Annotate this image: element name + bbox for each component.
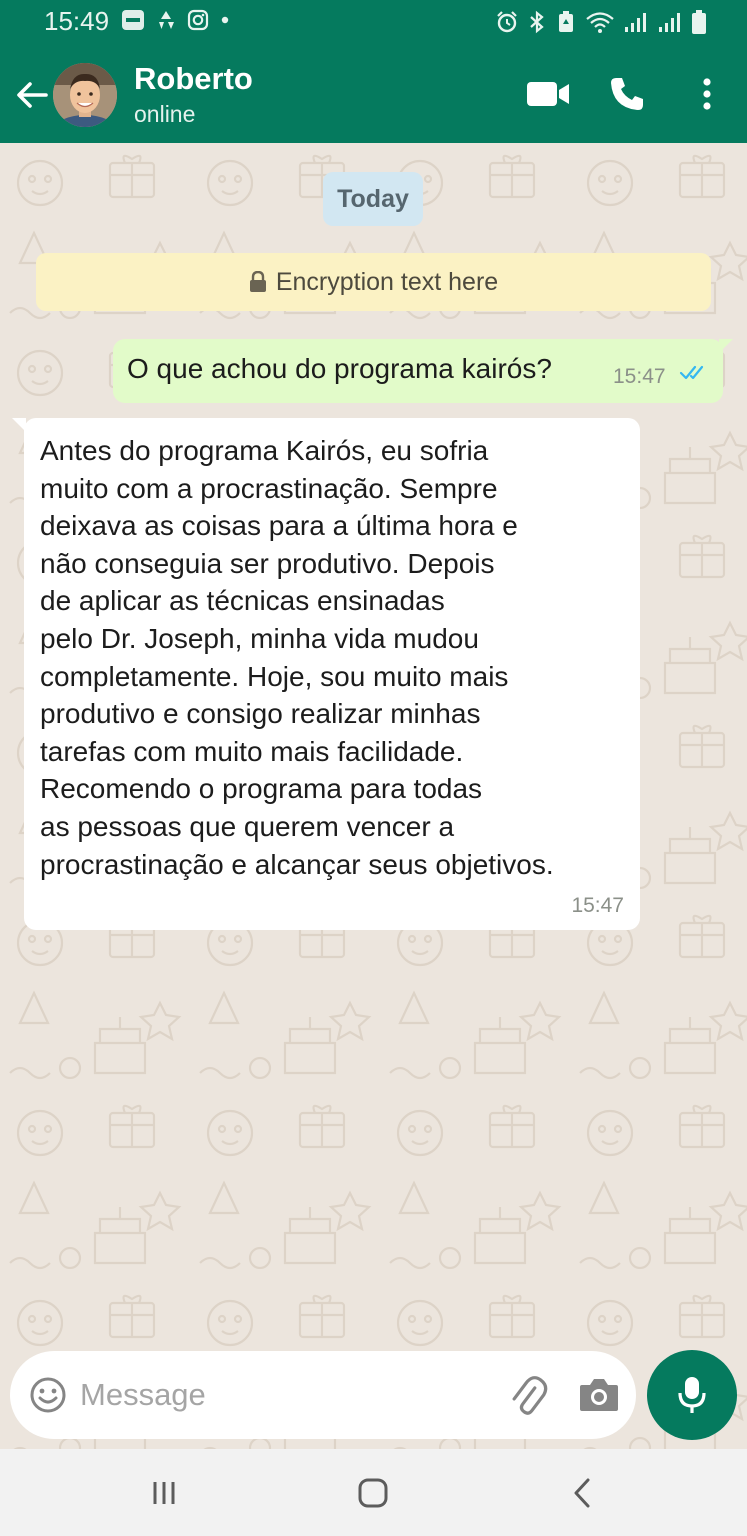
bubble-tail <box>719 339 733 353</box>
wifi-icon <box>585 10 615 34</box>
nav-back-button[interactable] <box>562 1477 602 1509</box>
message-time: 15:47 <box>613 365 666 388</box>
paperclip-icon <box>512 1376 548 1415</box>
encryption-text: Encryption text here <box>275 267 499 296</box>
encryption-banner[interactable]: Encryption text here <box>36 253 711 311</box>
attach-button[interactable] <box>506 1373 550 1417</box>
emoji-icon <box>30 1377 66 1413</box>
phone-icon <box>611 78 643 110</box>
bubble-tail <box>12 418 26 432</box>
inter-app-icon <box>121 9 145 31</box>
battery-saver-icon <box>555 10 577 34</box>
avatar[interactable] <box>53 63 117 127</box>
double-check-icon <box>679 365 704 380</box>
home-button[interactable] <box>353 1477 393 1509</box>
recycle-icon <box>155 9 177 31</box>
dot-icon <box>219 14 231 26</box>
incoming-message[interactable]: Antes do programa Kairós, eu sofria muit… <box>12 418 640 930</box>
emoji-button[interactable] <box>28 1375 68 1415</box>
status-right-icons <box>495 9 707 35</box>
recent-apps-button[interactable] <box>144 1477 184 1509</box>
message-time: 15:47 <box>571 894 624 917</box>
message-input[interactable] <box>80 1369 480 1421</box>
instagram-icon <box>187 9 209 31</box>
battery-icon <box>691 9 707 35</box>
camera-button[interactable] <box>576 1375 620 1415</box>
mic-icon <box>678 1377 706 1413</box>
date-chip: Today <box>323 172 423 226</box>
chat-area[interactable]: Today Encryption text here O que achou d… <box>0 143 747 1449</box>
bluetooth-icon <box>527 10 547 34</box>
lock-icon <box>249 271 266 292</box>
video-call-icon <box>527 82 569 106</box>
contact-photo-icon <box>53 63 117 127</box>
more-vert-icon <box>703 78 711 110</box>
signal-icon <box>623 10 649 34</box>
status-time: 15:49 <box>44 6 110 36</box>
contact-status: online <box>134 101 196 127</box>
recent-apps-icon <box>153 1482 175 1504</box>
back-button[interactable] <box>12 75 52 115</box>
contact-name[interactable]: Roberto <box>134 61 253 97</box>
message-text: O que achou do programa kairós? <box>127 353 552 384</box>
composer <box>10 1351 636 1439</box>
alarm-icon <box>495 10 519 34</box>
voice-message-button[interactable] <box>647 1350 737 1440</box>
home-icon <box>358 1478 388 1508</box>
outgoing-message[interactable]: O que achou do programa kairós? 15:47 <box>113 339 733 403</box>
chat-header: Roberto online <box>0 45 747 143</box>
arrow-back-icon <box>17 82 48 108</box>
status-left-icons <box>121 9 231 31</box>
system-nav-bar <box>0 1449 747 1536</box>
video-call-button[interactable] <box>525 73 571 115</box>
signal-icon <box>657 10 683 34</box>
more-options-button[interactable] <box>684 73 730 115</box>
back-icon <box>574 1478 590 1508</box>
camera-icon <box>580 1379 618 1411</box>
voice-call-button[interactable] <box>604 73 650 115</box>
message-text: Antes do programa Kairós, eu sofria muit… <box>40 435 554 880</box>
status-bar: 15:49 <box>0 0 747 45</box>
